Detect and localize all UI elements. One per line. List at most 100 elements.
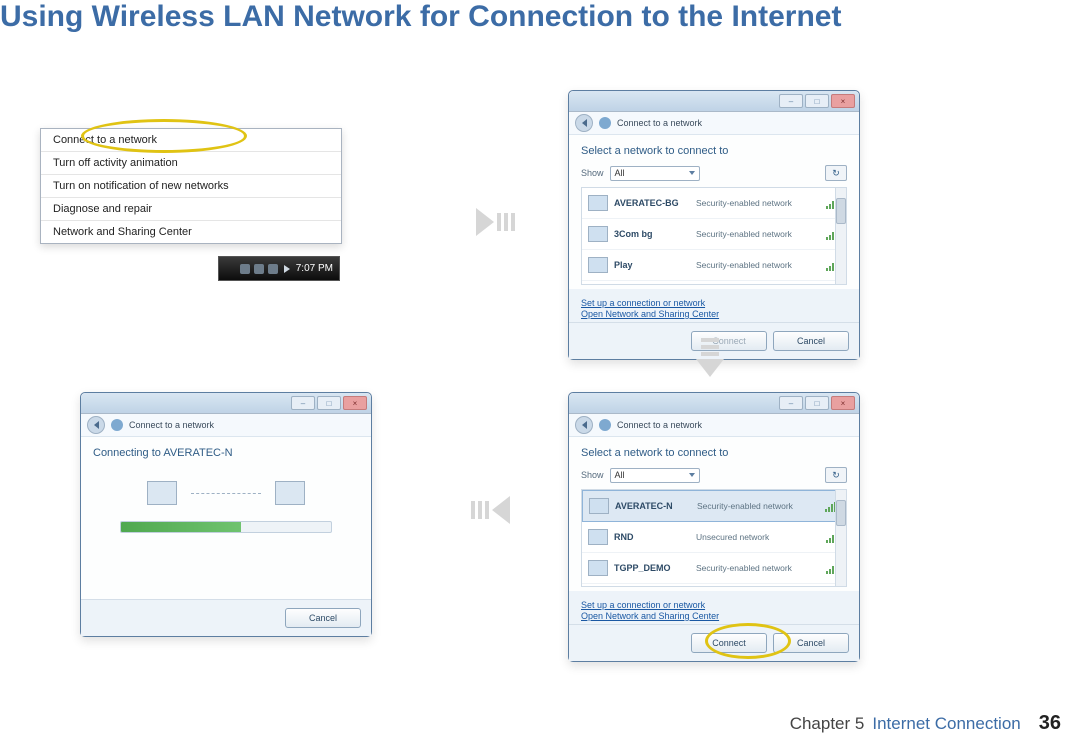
network-name: Play [614,260,696,270]
page-title: Using Wireless LAN Network for Connectio… [0,0,841,34]
nav-title: Connect to a network [617,420,702,430]
computer-icon [275,481,305,505]
network-name: RND [614,532,696,542]
link-network-sharing[interactable]: Open Network and Sharing Center [581,309,847,319]
maximize-button[interactable]: □ [805,94,829,108]
network-icon [589,498,609,514]
maximize-button[interactable]: □ [317,396,341,410]
back-button[interactable] [87,416,105,434]
dialog-heading: Select a network to connect to [581,145,847,157]
titlebar: – □ × [81,393,371,414]
nav-bar: Connect to a network [81,414,371,437]
nav-bar: Connect to a network [569,414,859,437]
cancel-button[interactable]: Cancel [773,633,849,653]
back-button[interactable] [575,416,593,434]
network-desc: Security-enabled network [696,260,826,270]
network-icon [588,195,608,211]
link-setup-connection[interactable]: Set up a connection or network [581,298,847,308]
network-icon [599,419,611,431]
show-label: Show [581,168,604,178]
speaker-icon [284,265,290,273]
connection-line-icon [191,493,261,494]
tray-icons [240,264,278,274]
chevron-down-icon [689,171,695,175]
maximize-button[interactable]: □ [805,396,829,410]
clock: 7:07 PM [296,263,333,274]
footer-links: Set up a connection or network Open Netw… [569,591,859,624]
tray-icon [240,264,250,274]
close-button[interactable]: × [831,396,855,410]
menu-item-activity[interactable]: Turn off activity animation [41,152,341,175]
network-list: AVERATEC-N Security-enabled network RND … [581,489,847,587]
network-desc: Unsecured network [696,532,826,542]
network-icon [588,226,608,242]
network-row[interactable]: 3Com bg Security-enabled network [582,219,846,250]
network-list: AVERATEC-BG Security-enabled network 3Co… [581,187,847,285]
progress-bar [120,521,332,533]
network-icon [588,529,608,545]
network-name: AVERATEC-N [615,501,697,511]
link-setup-connection[interactable]: Set up a connection or network [581,600,847,610]
chevron-down-icon [689,473,695,477]
show-value: All [615,470,625,480]
close-button[interactable]: × [831,94,855,108]
network-row[interactable]: AVERATEC-BG Security-enabled network [582,188,846,219]
minimize-button[interactable]: – [779,396,803,410]
scrollbar[interactable] [835,490,846,586]
taskbar: 7:07 PM [218,256,340,281]
link-network-sharing[interactable]: Open Network and Sharing Center [581,611,847,621]
network-name: 3Com bg [614,229,696,239]
connect-button[interactable]: Connect [691,633,767,653]
arrow-left-icon [471,496,510,524]
dialog-connecting: – □ × Connect to a network Connecting to… [80,392,372,637]
cancel-button[interactable]: Cancel [773,331,849,351]
show-value: All [615,168,625,178]
nav-bar: Connect to a network [569,112,859,135]
network-desc: Security-enabled network [696,198,826,208]
titlebar: – □ × [569,91,859,112]
minimize-button[interactable]: – [779,94,803,108]
back-button[interactable] [575,114,593,132]
network-row[interactable]: TGPP_DEMO Security-enabled network [582,553,846,584]
menu-item-diagnose[interactable]: Diagnose and repair [41,198,341,221]
refresh-button[interactable]: ↻ [825,467,847,483]
show-select[interactable]: All [610,166,700,181]
scrollbar[interactable] [835,188,846,284]
dialog-heading: Select a network to connect to [581,447,847,459]
network-desc: Security-enabled network [696,563,826,573]
refresh-button[interactable]: ↻ [825,165,847,181]
network-row[interactable]: AVERATEC-N Security-enabled network [582,490,846,522]
menu-item-connect[interactable]: Connect to a network [41,129,341,152]
arrow-right-icon [476,208,515,236]
network-name: TGPP_DEMO [614,563,696,573]
footer-links: Set up a connection or network Open Netw… [569,289,859,322]
show-select[interactable]: All [610,468,700,483]
tray-icon [254,264,264,274]
nav-title: Connect to a network [129,420,214,430]
network-desc: Security-enabled network [696,229,826,239]
network-icon [588,560,608,576]
menu-item-sharing[interactable]: Network and Sharing Center [41,221,341,243]
tray-icon [268,264,278,274]
connecting-art [93,481,359,505]
page-footer: Chapter 5 Internet Connection 36 [790,712,1061,735]
titlebar: – □ × [569,393,859,414]
network-desc: Security-enabled network [697,501,825,511]
context-menu: Connect to a network Turn off activity a… [40,128,342,244]
network-row[interactable]: Play Security-enabled network [582,250,846,281]
network-icon [599,117,611,129]
dialog-select-network-2: – □ × Connect to a network Select a netw… [568,392,860,662]
footer-chapter: Chapter 5 [790,714,865,734]
cancel-button[interactable]: Cancel [285,608,361,628]
show-label: Show [581,470,604,480]
computer-icon [147,481,177,505]
footer-page: 36 [1039,712,1061,735]
close-button[interactable]: × [343,396,367,410]
menu-item-notify[interactable]: Turn on notification of new networks [41,175,341,198]
minimize-button[interactable]: – [291,396,315,410]
arrow-down-icon [696,338,724,377]
connecting-heading: Connecting to AVERATEC-N [93,447,359,459]
network-row[interactable]: RND Unsecured network [582,522,846,553]
dialog-select-network-1: – □ × Connect to a network Select a netw… [568,90,860,360]
footer-section: Internet Connection [872,714,1020,734]
